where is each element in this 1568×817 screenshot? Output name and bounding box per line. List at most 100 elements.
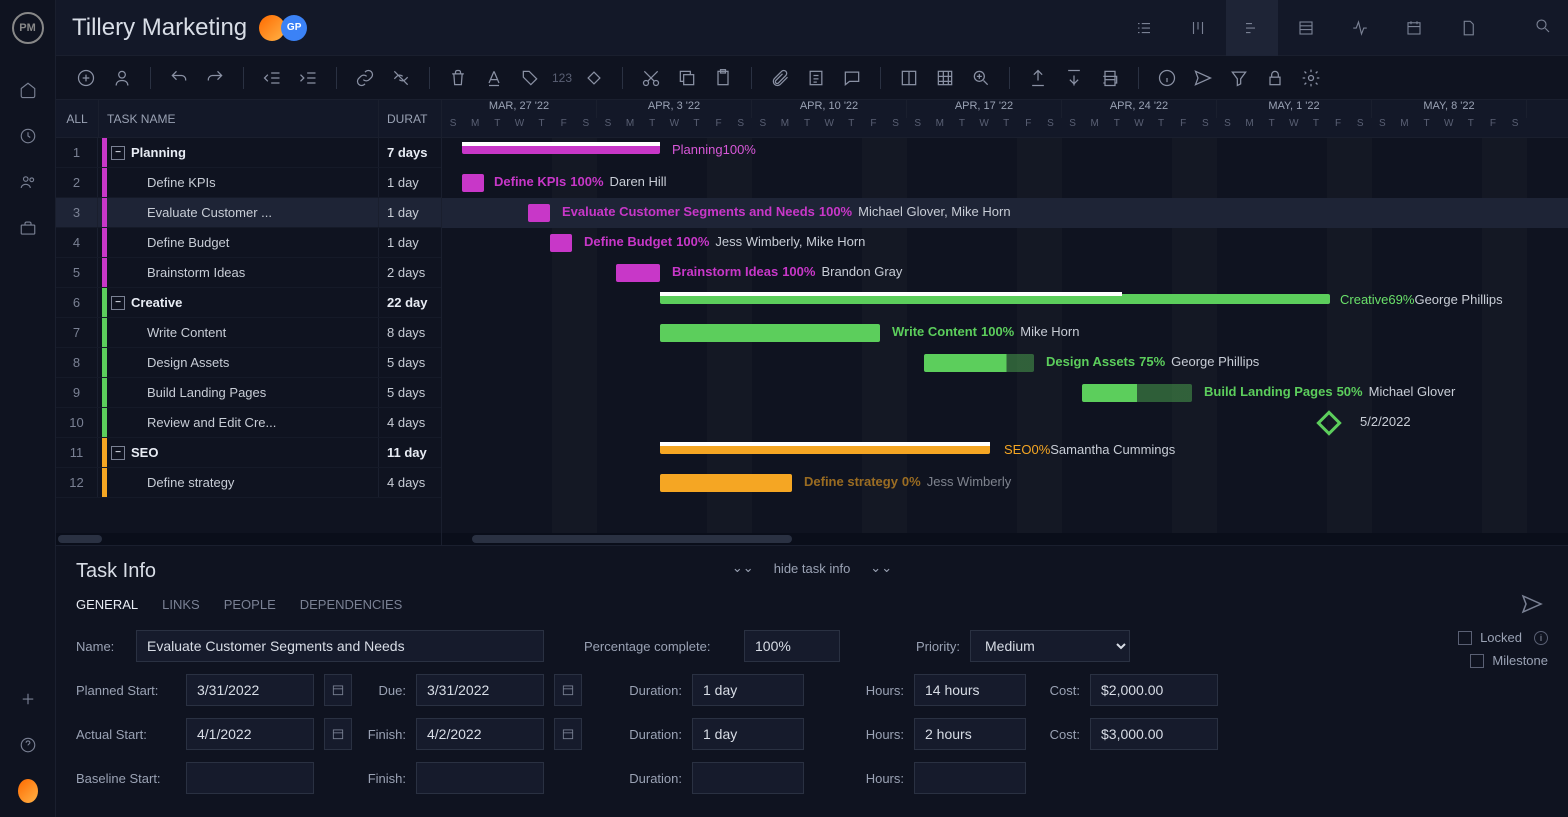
avatar[interactable]: GP bbox=[281, 15, 307, 41]
gantt-bar[interactable] bbox=[528, 204, 550, 222]
gantt-bar[interactable] bbox=[924, 354, 1034, 372]
duration-input[interactable] bbox=[692, 718, 804, 750]
view-board-icon[interactable] bbox=[1172, 0, 1224, 56]
gantt-bar[interactable] bbox=[616, 264, 660, 282]
milestone-diamond[interactable] bbox=[1316, 410, 1341, 435]
hide-task-info-button[interactable]: ⌄⌄ hide task info ⌄⌄ bbox=[732, 560, 892, 576]
unlink-icon[interactable] bbox=[387, 64, 415, 92]
hours-input[interactable] bbox=[914, 762, 1026, 794]
redo-icon[interactable] bbox=[201, 64, 229, 92]
gantt-bar[interactable] bbox=[660, 444, 990, 454]
send-icon[interactable] bbox=[1520, 592, 1544, 619]
table-row[interactable]: 7 Write Content 8 days bbox=[56, 318, 441, 348]
view-gantt-icon[interactable] bbox=[1226, 0, 1278, 56]
priority-select[interactable]: Medium bbox=[970, 630, 1130, 662]
settings-icon[interactable] bbox=[1297, 64, 1325, 92]
planned-start-input[interactable] bbox=[186, 674, 314, 706]
table-row[interactable]: 9 Build Landing Pages 5 days bbox=[56, 378, 441, 408]
table-row[interactable]: 2 Define KPIs 1 day bbox=[56, 168, 441, 198]
cost-input[interactable] bbox=[1090, 718, 1218, 750]
grid-scrollbar[interactable] bbox=[56, 533, 441, 545]
milestone-icon[interactable] bbox=[580, 64, 608, 92]
view-sheet-icon[interactable] bbox=[1280, 0, 1332, 56]
hours-input[interactable] bbox=[914, 674, 1026, 706]
col-duration[interactable]: DURAT bbox=[379, 112, 441, 126]
collapse-icon[interactable]: − bbox=[111, 296, 125, 310]
table-row[interactable]: 5 Brainstorm Ideas 2 days bbox=[56, 258, 441, 288]
gantt-bar[interactable] bbox=[1082, 384, 1192, 402]
import-icon[interactable] bbox=[1060, 64, 1088, 92]
table-row[interactable]: 3 Evaluate Customer ... 1 day bbox=[56, 198, 441, 228]
gantt-body[interactable]: Planning100%Define KPIs100%Daren HillEva… bbox=[442, 138, 1568, 533]
col-all[interactable]: ALL bbox=[56, 112, 98, 126]
send-icon[interactable] bbox=[1189, 64, 1217, 92]
assign-icon[interactable] bbox=[108, 64, 136, 92]
view-activity-icon[interactable] bbox=[1334, 0, 1386, 56]
view-calendar-icon[interactable] bbox=[1388, 0, 1440, 56]
calendar-icon[interactable] bbox=[554, 674, 582, 706]
comment-icon[interactable] bbox=[838, 64, 866, 92]
collapse-icon[interactable]: − bbox=[111, 446, 125, 460]
tag-icon[interactable] bbox=[516, 64, 544, 92]
indent-icon[interactable] bbox=[294, 64, 322, 92]
gantt-bar[interactable] bbox=[462, 174, 484, 192]
text-icon[interactable] bbox=[480, 64, 508, 92]
milestone-checkbox[interactable]: Milestone bbox=[1458, 653, 1548, 668]
copy-icon[interactable] bbox=[673, 64, 701, 92]
add-icon[interactable] bbox=[18, 689, 38, 709]
columns-icon[interactable] bbox=[895, 64, 923, 92]
undo-icon[interactable] bbox=[165, 64, 193, 92]
avatar-stack[interactable]: GP bbox=[263, 15, 307, 41]
baseline-start-input[interactable] bbox=[186, 762, 314, 794]
gantt-scrollbar[interactable] bbox=[442, 533, 1568, 545]
hours-input[interactable] bbox=[914, 718, 1026, 750]
delete-icon[interactable] bbox=[444, 64, 472, 92]
print-icon[interactable] bbox=[1096, 64, 1124, 92]
table-row[interactable]: 4 Define Budget 1 day bbox=[56, 228, 441, 258]
zoom-icon[interactable] bbox=[967, 64, 995, 92]
calendar-icon[interactable] bbox=[324, 674, 352, 706]
duration-input[interactable] bbox=[692, 674, 804, 706]
help-icon[interactable] bbox=[18, 735, 38, 755]
briefcase-icon[interactable] bbox=[18, 218, 38, 238]
name-input[interactable] bbox=[136, 630, 544, 662]
calendar-icon[interactable] bbox=[324, 718, 352, 750]
table-row[interactable]: 1 − Planning 7 days bbox=[56, 138, 441, 168]
paste-icon[interactable] bbox=[709, 64, 737, 92]
locked-checkbox[interactable]: Lockedi bbox=[1458, 630, 1548, 645]
tab-general[interactable]: GENERAL bbox=[76, 597, 138, 612]
gantt-bar[interactable] bbox=[462, 144, 660, 154]
view-list-icon[interactable] bbox=[1118, 0, 1170, 56]
tab-dependencies[interactable]: DEPENDENCIES bbox=[300, 597, 403, 612]
duration-input[interactable] bbox=[692, 762, 804, 794]
finish-input[interactable] bbox=[416, 718, 544, 750]
table-row[interactable]: 12 Define strategy 4 days bbox=[56, 468, 441, 498]
gantt-bar[interactable] bbox=[550, 234, 572, 252]
attachment-icon[interactable] bbox=[766, 64, 794, 92]
add-button[interactable] bbox=[72, 64, 100, 92]
app-logo[interactable]: PM bbox=[12, 12, 44, 44]
table-row[interactable]: 6 − Creative 22 day bbox=[56, 288, 441, 318]
pct-input[interactable] bbox=[744, 630, 840, 662]
table-row[interactable]: 8 Design Assets 5 days bbox=[56, 348, 441, 378]
cut-icon[interactable] bbox=[637, 64, 665, 92]
finish-input[interactable] bbox=[416, 762, 544, 794]
link-icon[interactable] bbox=[351, 64, 379, 92]
note-icon[interactable] bbox=[802, 64, 830, 92]
calendar-icon[interactable] bbox=[554, 718, 582, 750]
lock-icon[interactable] bbox=[1261, 64, 1289, 92]
info-icon[interactable] bbox=[1153, 64, 1181, 92]
user-avatar-icon[interactable] bbox=[18, 781, 38, 801]
gantt-bar[interactable] bbox=[660, 474, 792, 492]
collapse-icon[interactable]: − bbox=[111, 146, 125, 160]
clock-icon[interactable] bbox=[18, 126, 38, 146]
due-input[interactable] bbox=[416, 674, 544, 706]
table-row[interactable]: 10 Review and Edit Cre... 4 days bbox=[56, 408, 441, 438]
actual-start-input[interactable] bbox=[186, 718, 314, 750]
col-name[interactable]: TASK NAME bbox=[98, 100, 379, 137]
view-file-icon[interactable] bbox=[1442, 0, 1494, 56]
gantt-bar[interactable] bbox=[660, 294, 1330, 304]
outdent-icon[interactable] bbox=[258, 64, 286, 92]
home-icon[interactable] bbox=[18, 80, 38, 100]
export-icon[interactable] bbox=[1024, 64, 1052, 92]
